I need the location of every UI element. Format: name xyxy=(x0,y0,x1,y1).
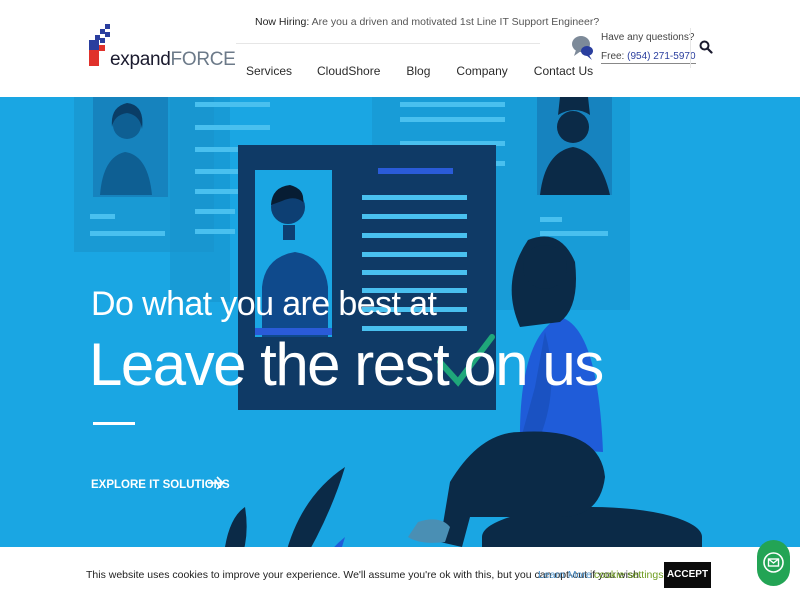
cookie-settings-link[interactable]: cookie settings xyxy=(594,569,663,581)
header-divider xyxy=(236,43,540,44)
search-icon[interactable] xyxy=(699,40,713,54)
nav-item-company[interactable]: Company xyxy=(456,64,507,78)
hero-title: Leave the rest on us xyxy=(89,331,604,398)
main-nav: Services CloudShore Blog Company Contact… xyxy=(246,64,593,78)
hero-section: Do what you are best at Leave the rest o… xyxy=(0,97,800,600)
site-header: expandFORCE Now Hiring: Are you a driven… xyxy=(0,0,800,97)
hiring-banner[interactable]: Now Hiring: Are you a driven and motivat… xyxy=(255,16,599,28)
brand-logo[interactable]: expandFORCE xyxy=(89,24,236,70)
header-vertical-divider xyxy=(690,28,691,68)
hiring-link[interactable]: Are you a driven and motivated 1st Line … xyxy=(312,16,600,28)
hero-underline xyxy=(93,422,135,425)
cookie-accept-button[interactable]: ACCEPT xyxy=(664,562,711,588)
arrow-right-icon[interactable] xyxy=(207,475,225,491)
mail-icon xyxy=(763,552,784,573)
hiring-label: Now Hiring: xyxy=(255,16,310,28)
logo-text: expandFORCE xyxy=(110,49,236,70)
nav-item-blog[interactable]: Blog xyxy=(406,64,430,78)
contact-question: Have any questions? xyxy=(601,32,695,43)
nav-item-cloudshore[interactable]: CloudShore xyxy=(317,64,380,78)
contact-float-button[interactable] xyxy=(757,540,790,586)
contact-block: Have any questions? Free: (954) 271-5970 xyxy=(572,32,696,68)
hero-subtitle: Do what you are best at xyxy=(91,285,437,323)
cookie-learn-more-link[interactable]: Learn More xyxy=(538,569,592,581)
contact-phone-link[interactable]: Free: (954) 271-5970 xyxy=(601,51,696,64)
nav-item-services[interactable]: Services xyxy=(246,64,292,78)
chat-bubbles-icon xyxy=(572,36,593,60)
